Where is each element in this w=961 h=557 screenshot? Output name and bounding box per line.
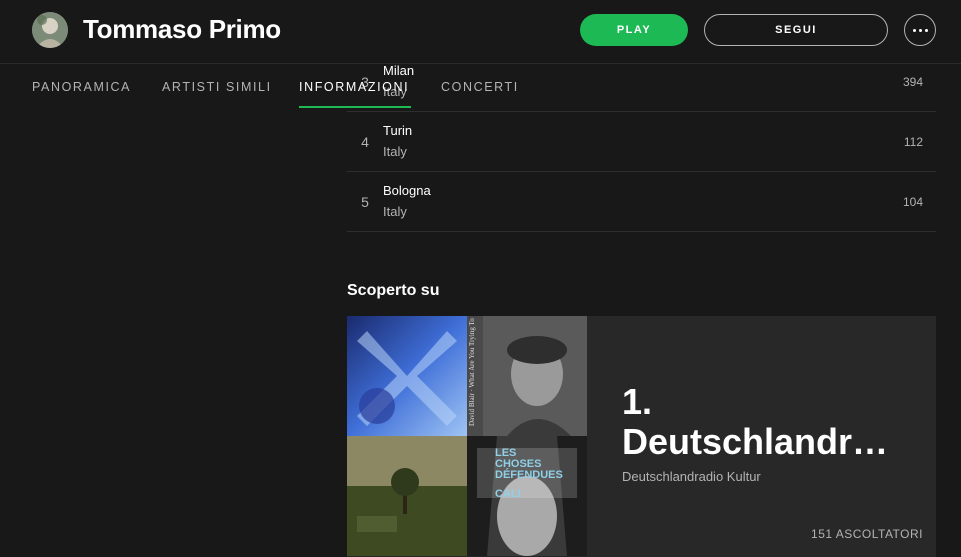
tab-related-artists[interactable]: ARTISTI SIMILI [162, 80, 272, 94]
playlist-cover-mosaic: David Blair · What Are You Trying To Say [347, 316, 587, 557]
cover-text: CALI [495, 488, 521, 500]
cover-tile: LES CHOSES DÉFENDUES CALI [467, 436, 587, 556]
cover-text: David Blair · What Are You Trying To Say [468, 316, 476, 426]
ellipsis-icon-dot [925, 29, 928, 32]
cover-tile [347, 316, 467, 436]
playlist-title-text: 1. Deutschlandr… [622, 382, 889, 462]
follow-button[interactable]: SEGUI [704, 14, 888, 46]
playlist-title[interactable]: 1. Deutschlandr… [622, 382, 922, 462]
cover-tile [347, 436, 467, 556]
city-listeners: 104 [902, 195, 923, 209]
tab-about[interactable]: INFORMAZIONI [299, 80, 409, 94]
city-rank: 5 [361, 194, 369, 210]
more-options-button[interactable] [904, 14, 936, 46]
artist-avatar[interactable] [32, 12, 68, 48]
playlist-listeners: 151 ASCOLTATORI [811, 527, 923, 541]
city-country: Italy [383, 204, 407, 219]
discovered-on-title: Scoperto su [347, 282, 440, 299]
cover-tile: David Blair · What Are You Trying To Say [467, 316, 587, 436]
play-button[interactable]: PLAY [580, 14, 688, 46]
city-name: Turin [383, 123, 413, 138]
city-row[interactable]: 4 Turin Italy 112 [347, 112, 936, 172]
city-country: Italy [383, 144, 407, 159]
cover-text: DÉFENDUES [495, 469, 563, 481]
city-rank: 4 [361, 134, 369, 150]
artist-header: Tommaso Primo PLAY SEGUI [0, 0, 961, 64]
playlist-card[interactable]: David Blair · What Are You Trying To Say [347, 316, 936, 557]
ellipsis-icon [913, 29, 916, 32]
city-listeners: 112 [903, 135, 923, 149]
active-tab-indicator [299, 106, 411, 108]
city-row[interactable]: 5 Bologna Italy 104 [347, 172, 936, 232]
city-name: Bologna [383, 183, 431, 198]
ellipsis-icon-dot [919, 29, 922, 32]
tab-concerts[interactable]: CONCERTI [441, 80, 519, 94]
playlist-owner: Deutschlandradio Kultur [622, 469, 761, 484]
city-name: Milan [383, 63, 415, 78]
artist-name: Tommaso Primo [83, 14, 281, 44]
tab-overview[interactable]: PANORAMICA [32, 80, 131, 94]
